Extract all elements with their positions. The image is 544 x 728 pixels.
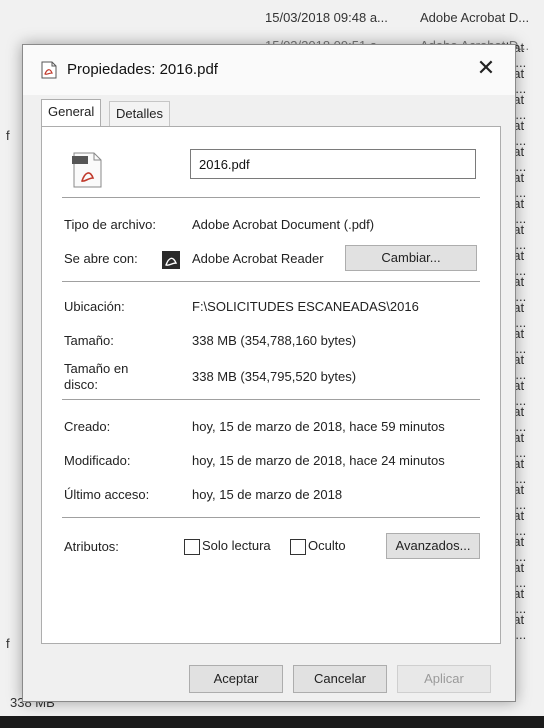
separator — [62, 517, 480, 518]
acrobat-reader-icon — [162, 251, 180, 269]
modified-value: hoy, 15 de marzo de 2018, hace 24 minuto… — [192, 453, 445, 468]
hidden-label: Oculto — [308, 538, 346, 553]
properties-dialog: Propiedades: 2016.pdf ✕ General Detalles… — [22, 44, 516, 702]
apply-button[interactable]: Aplicar — [397, 665, 491, 693]
pdf-document-icon — [72, 152, 102, 188]
change-button[interactable]: Cambiar... — [345, 245, 477, 271]
row-marker: f — [6, 636, 10, 651]
pdf-file-icon — [41, 61, 57, 79]
created-value: hoy, 15 de marzo de 2018, hace 59 minuto… — [192, 419, 445, 434]
close-icon: ✕ — [476, 55, 496, 80]
size-on-disk-value: 338 MB (354,795,520 bytes) — [192, 369, 357, 384]
filename-input[interactable]: 2016.pdf — [190, 149, 476, 179]
size-value: 338 MB (354,788,160 bytes) — [192, 333, 357, 348]
ok-button[interactable]: Aceptar — [189, 665, 283, 693]
file-date: 15/03/2018 09:48 a... — [265, 10, 388, 25]
accessed-label: Último acceso: — [64, 487, 150, 502]
file-type-value: Adobe Acrobat Document (.pdf) — [192, 217, 375, 232]
separator — [62, 281, 480, 282]
hidden-checkbox[interactable] — [290, 539, 306, 555]
title-bar[interactable]: Propiedades: 2016.pdf ✕ — [23, 45, 515, 95]
general-panel: 2016.pdf Tipo de archivo: Adobe Acrobat … — [41, 126, 501, 644]
advanced-button[interactable]: Avanzados... — [386, 533, 480, 559]
size-on-disk-label-line2: disco: — [64, 377, 98, 392]
cancel-button[interactable]: Cancelar — [293, 665, 387, 693]
created-label: Creado: — [64, 419, 111, 434]
file-type-label: Tipo de archivo: — [64, 217, 157, 232]
row-marker: f — [6, 128, 10, 143]
close-button[interactable]: ✕ — [471, 53, 501, 83]
tab-details[interactable]: Detalles — [109, 101, 170, 126]
attributes-label: Atributos: — [64, 539, 119, 554]
readonly-checkbox[interactable] — [184, 539, 200, 555]
tab-general[interactable]: General — [41, 99, 102, 126]
separator — [62, 399, 480, 400]
size-label: Tamaño: — [64, 333, 114, 348]
opens-with-label: Se abre con: — [64, 251, 138, 266]
readonly-label: Solo lectura — [202, 538, 271, 553]
dialog-title: Propiedades: 2016.pdf — [67, 61, 218, 78]
taskbar — [0, 716, 544, 728]
separator — [62, 197, 480, 198]
modified-label: Modificado: — [64, 453, 131, 468]
accessed-value: hoy, 15 de marzo de 2018 — [192, 487, 343, 502]
location-label: Ubicación: — [64, 299, 125, 314]
location-value: F:\SOLICITUDES ESCANEADAS\2016 — [192, 299, 419, 314]
opens-with-value: Adobe Acrobat Reader — [192, 251, 324, 266]
file-type: Adobe Acrobat D... — [420, 10, 530, 25]
size-on-disk-label: Tamaño en — [64, 361, 129, 376]
